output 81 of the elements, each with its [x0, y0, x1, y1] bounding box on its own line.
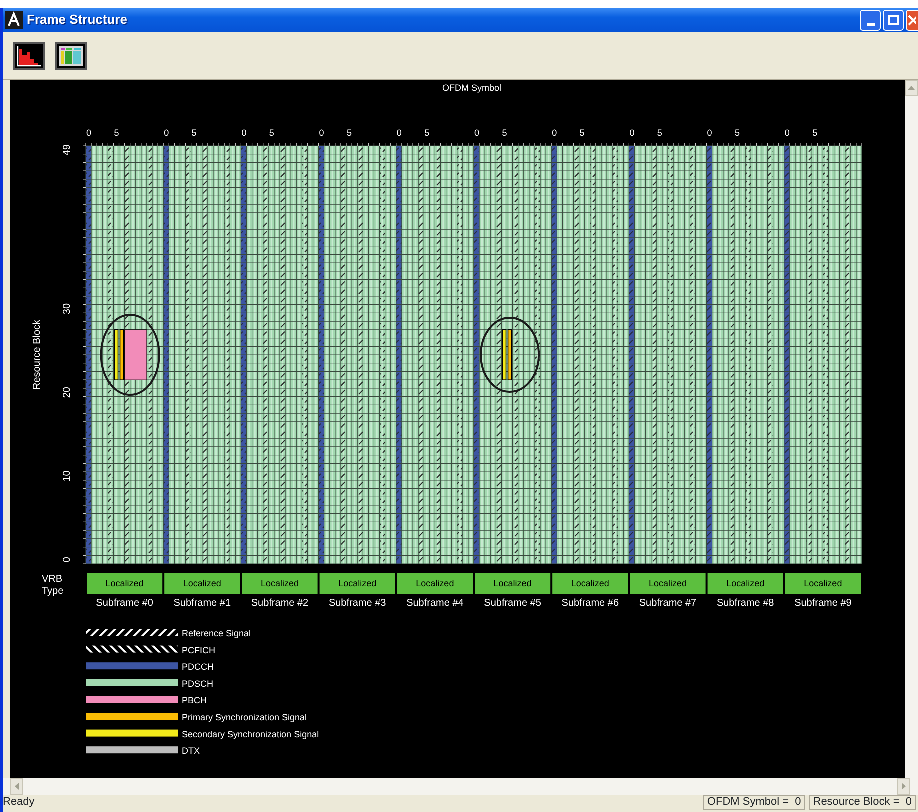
- y-tick-label: 30: [62, 303, 73, 315]
- legend-label: PDCCH: [182, 662, 214, 672]
- subframe-label: Subframe #9: [794, 598, 852, 609]
- subframe-label: Subframe #1: [174, 598, 232, 609]
- symbol-tick-label: 5: [580, 128, 585, 138]
- symbol-tick-label: 0: [86, 128, 92, 138]
- symbol-tick-label: 0: [707, 128, 712, 138]
- subframe-label: Subframe #8: [716, 598, 774, 609]
- maximize-icon: [888, 15, 899, 25]
- subframe-label: Subframe #5: [484, 598, 542, 609]
- maximize-button[interactable]: [883, 10, 904, 30]
- vrb-type-label: Localized: [494, 578, 532, 588]
- symbol-tick-label: 5: [114, 128, 120, 138]
- legend-label: Reference Signal: [182, 628, 252, 638]
- status-message: Ready: [3, 795, 35, 810]
- symbol-tick-label: 0: [474, 128, 480, 138]
- up-arrow-icon: [908, 86, 915, 90]
- subframe-label: Subframe #6: [562, 598, 620, 609]
- subframe-label: Subframe #3: [328, 598, 386, 609]
- vertical-scrollbar[interactable]: [905, 80, 918, 778]
- chart-button[interactable]: [13, 42, 45, 70]
- vrb-type-label: Localized: [726, 578, 765, 588]
- subframe-label: Subframe #4: [406, 598, 464, 609]
- symbol-tick-label: 0: [164, 128, 170, 138]
- status-panel: Resource Block = 0: [809, 795, 916, 810]
- symbol-tick-label: 5: [657, 128, 662, 138]
- vrb-type-label: Localized: [571, 578, 610, 588]
- x-axis-title: OFDM Symbol: [442, 83, 502, 93]
- symbol-tick-label: 0: [396, 128, 402, 138]
- scroll-left-button[interactable]: [10, 778, 23, 795]
- subframe-label: Subframe #0: [96, 598, 154, 609]
- symbol-tick-label: 0: [630, 128, 635, 138]
- symbol-tick-label: 0: [319, 128, 324, 138]
- left-arrow-icon: [14, 783, 18, 790]
- symbol-tick-label: 0: [552, 128, 558, 138]
- symbol-tick-label: 5: [735, 128, 740, 138]
- bar-chart-icon: [16, 44, 42, 66]
- legend-label: Primary Synchronization Signal: [182, 712, 308, 722]
- horizontal-scrollbar[interactable]: [3, 778, 918, 795]
- status-panel: OFDM Symbol = 0: [703, 795, 806, 810]
- layout-button[interactable]: [55, 42, 87, 70]
- subframe-label: Subframe #2: [251, 598, 309, 609]
- window-title: Frame Structure: [27, 11, 128, 30]
- symbol-tick-label: 5: [502, 128, 508, 138]
- legend-label: PCFICH: [182, 645, 216, 656]
- y-tick-label: 10: [62, 470, 73, 482]
- close-button[interactable]: [906, 10, 918, 30]
- vrb-type-label: Localized: [338, 578, 377, 588]
- vrb-type-label: Localized: [804, 578, 842, 588]
- scroll-up-button[interactable]: [905, 80, 918, 96]
- pss-block: [120, 330, 124, 380]
- symbol-tick-label: 5: [424, 128, 430, 138]
- symbol-tick-label: 5: [812, 128, 818, 138]
- symbol-tick-label: 0: [784, 128, 790, 138]
- scroll-right-button[interactable]: [897, 778, 910, 795]
- subframe-label: Subframe #7: [639, 598, 697, 609]
- legend-label: PBCH: [182, 696, 208, 706]
- symbol-tick-label: 0: [242, 128, 247, 138]
- y-tick-label: 49: [62, 144, 73, 156]
- vrb-type-heading: VRB Type: [42, 574, 64, 597]
- minimize-button[interactable]: [860, 10, 881, 30]
- vrb-type-label: Localized: [416, 578, 454, 588]
- y-tick-label: 0: [62, 557, 73, 563]
- symbol-tick-label: 5: [347, 128, 352, 138]
- minimize-icon: [866, 22, 874, 26]
- legend-label: PDSCH: [182, 678, 214, 689]
- y-axis-title: Resource Block: [32, 320, 43, 390]
- symbol-tick-label: 5: [192, 128, 197, 138]
- y-tick-label: 20: [62, 387, 73, 398]
- right-arrow-icon: [902, 783, 906, 790]
- vrb-type-label: Localized: [260, 578, 300, 588]
- vrb-type-label: Localized: [106, 578, 144, 588]
- vrb-type-label: Localized: [183, 578, 222, 588]
- grid-layout-icon: [58, 44, 84, 66]
- legend-label: DTX: [182, 746, 200, 756]
- close-icon: [907, 14, 916, 26]
- app-icon: [5, 11, 23, 29]
- vrb-type-label: Localized: [648, 578, 688, 588]
- legend-label: Secondary Synchronization Signal: [182, 729, 320, 740]
- symbol-tick-label: 5: [269, 128, 274, 138]
- pss-block: [508, 330, 512, 380]
